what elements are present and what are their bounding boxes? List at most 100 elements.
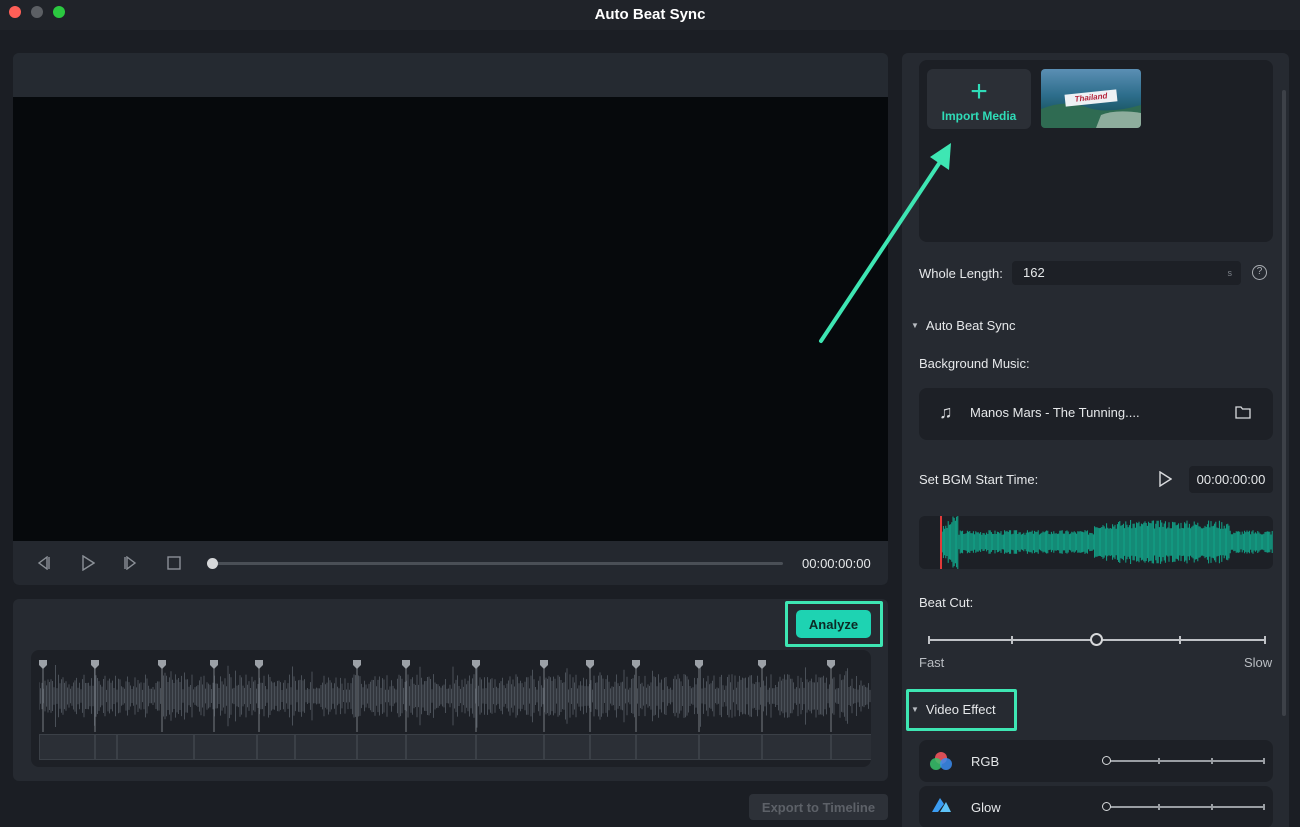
bgm-start-time[interactable]: 00:00:00:00	[1189, 466, 1273, 493]
plus-icon: +	[970, 75, 988, 108]
beat-marker-handle[interactable]	[472, 660, 480, 669]
beat-cut-label: Beat Cut:	[919, 595, 974, 610]
beat-marker-handle[interactable]	[586, 660, 594, 669]
beat-analysis-panel: Analyze	[13, 599, 888, 781]
slider-tick	[1263, 758, 1265, 764]
slider-tick	[1211, 758, 1213, 764]
clip-segment[interactable]	[357, 734, 406, 760]
slider-tick	[1158, 804, 1160, 810]
glow-icon	[932, 798, 951, 812]
preview-timecode: 00:00:00:00	[802, 556, 871, 571]
slider-tick	[1264, 636, 1266, 644]
beat-cut-slow-label: Slow	[1244, 655, 1273, 670]
import-media-label: Import Media	[941, 109, 1017, 123]
clip-strip	[39, 734, 871, 760]
clip-segment[interactable]	[476, 734, 544, 760]
play-icon[interactable]	[78, 553, 98, 573]
next-frame-icon[interactable]	[121, 553, 141, 573]
settings-panel: + Import Media Thailand Whole Length: 16…	[902, 53, 1289, 827]
bgm-playhead[interactable]	[940, 516, 942, 569]
bgm-waveform[interactable]	[919, 516, 1273, 569]
clip-segment[interactable]	[257, 734, 295, 760]
beat-marker-handle[interactable]	[353, 660, 361, 669]
beat-cut-slider[interactable]	[928, 633, 1266, 646]
auto-beat-sync-section[interactable]: ▼ Auto Beat Sync	[911, 318, 1016, 333]
clip-segment[interactable]	[194, 734, 257, 760]
preview-header	[13, 53, 888, 97]
clip-segment[interactable]	[295, 734, 357, 760]
background-music-label: Background Music:	[919, 356, 1030, 371]
beat-cut-handle[interactable]	[1090, 633, 1103, 646]
beat-marker-handle[interactable]	[695, 660, 703, 669]
collapse-arrow-icon: ▼	[911, 705, 919, 714]
preview-screen	[13, 97, 888, 585]
beat-track[interactable]	[31, 650, 871, 767]
clip-segment[interactable]	[406, 734, 476, 760]
beat-marker-handle[interactable]	[827, 660, 835, 669]
beat-marker-handle[interactable]	[91, 660, 99, 669]
clip-segment[interactable]	[831, 734, 871, 760]
clip-segment[interactable]	[699, 734, 762, 760]
beat-marker-handle[interactable]	[158, 660, 166, 669]
clip-segment[interactable]	[117, 734, 194, 760]
whole-length-label: Whole Length:	[919, 266, 1003, 281]
window-title: Auto Beat Sync	[594, 6, 706, 23]
beat-marker-handle[interactable]	[39, 660, 47, 669]
title-bar: Auto Beat Sync	[0, 0, 1300, 30]
effect-name: Glow	[971, 800, 1001, 815]
beat-cut-fast-label: Fast	[919, 655, 945, 670]
clip-segment[interactable]	[95, 734, 117, 760]
glow-slider-handle[interactable]	[1102, 802, 1111, 811]
music-note-icon: ♫	[939, 402, 953, 422]
bgm-start-label: Set BGM Start Time:	[919, 472, 1039, 487]
settings-scrollbar[interactable]	[1282, 90, 1286, 716]
previous-frame-icon[interactable]	[33, 553, 53, 573]
beat-marker-handle[interactable]	[402, 660, 410, 669]
whole-length-unit: s	[1227, 268, 1233, 278]
beat-waveform	[39, 660, 871, 732]
background-music-field[interactable]: ♫ Manos Mars - The Tunning....	[919, 388, 1273, 440]
effect-row-rgb[interactable]: RGB	[919, 740, 1273, 782]
rgb-slider-handle[interactable]	[1102, 756, 1111, 765]
stop-icon[interactable]	[164, 553, 184, 573]
export-to-timeline-button[interactable]: Export to Timeline	[749, 794, 888, 820]
clip-segment[interactable]	[636, 734, 699, 760]
clip-segment[interactable]	[762, 734, 831, 760]
folder-icon[interactable]	[1235, 405, 1251, 419]
whole-length-input[interactable]: 162 s	[1012, 261, 1241, 285]
video-effect-section[interactable]: ▼ Video Effect	[911, 702, 996, 717]
bgm-waveform-graphic	[940, 516, 1273, 569]
analyze-button[interactable]: Analyze	[796, 610, 871, 638]
rgb-intensity-slider[interactable]	[1102, 756, 1265, 765]
clip-segment[interactable]	[39, 734, 95, 760]
preview-scrubber[interactable]	[207, 558, 783, 569]
effect-name: RGB	[971, 754, 1000, 769]
preview-panel: 00:00:00:00	[13, 53, 888, 585]
beat-marker-handle[interactable]	[758, 660, 766, 669]
beat-marker-handle[interactable]	[210, 660, 218, 669]
slider-tick	[1179, 636, 1181, 644]
collapse-arrow-icon: ▼	[911, 321, 919, 330]
media-thumbnail[interactable]: Thailand	[1041, 69, 1141, 128]
scrubber-handle[interactable]	[207, 558, 218, 569]
glow-intensity-slider[interactable]	[1102, 802, 1265, 811]
effect-row-glow[interactable]: Glow	[919, 786, 1273, 827]
video-effect-title: Video Effect	[925, 702, 996, 717]
rgb-circles-icon	[930, 752, 952, 770]
import-media-button[interactable]: + Import Media	[927, 69, 1031, 129]
clip-segment[interactable]	[590, 734, 636, 760]
slider-tick	[1211, 804, 1213, 810]
music-file-name: Manos Mars - The Tunning....	[970, 405, 1140, 420]
clip-segment[interactable]	[544, 734, 590, 760]
help-icon[interactable]: ?	[1252, 265, 1267, 280]
whole-length-value: 162	[1023, 265, 1045, 280]
beat-marker-handle[interactable]	[255, 660, 263, 669]
slider-tick	[1158, 758, 1160, 764]
slider-tick	[1011, 636, 1013, 644]
bgm-play-icon[interactable]	[1158, 471, 1172, 487]
media-library: + Import Media Thailand	[919, 60, 1273, 242]
transport-bar: 00:00:00:00	[13, 541, 888, 585]
beat-marker-handle[interactable]	[632, 660, 640, 669]
beat-marker-handle[interactable]	[540, 660, 548, 669]
slider-tick	[928, 636, 930, 644]
